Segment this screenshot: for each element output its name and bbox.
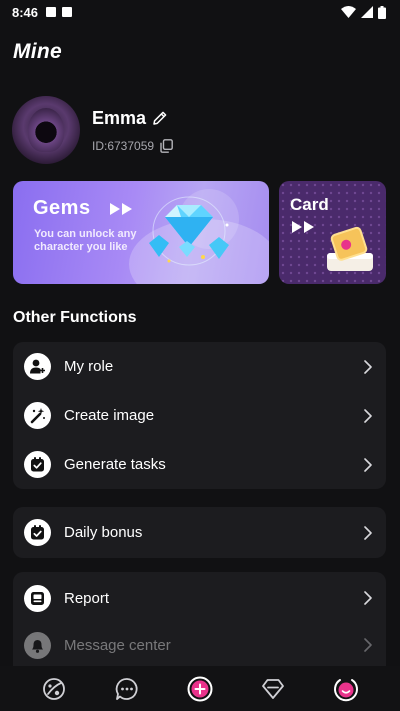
gallery-notification-icon	[46, 7, 57, 17]
menu-item-label: Generate tasks	[64, 456, 166, 473]
double-arrow-icon	[110, 203, 132, 215]
chevron-right-icon	[364, 591, 372, 605]
status-bar: 8:46	[0, 0, 400, 24]
app-notification-icon	[62, 7, 73, 17]
functions-group-3: Report Message center	[13, 572, 386, 666]
status-time: 8:46	[12, 4, 39, 20]
wifi-icon	[341, 6, 356, 18]
edit-pencil-icon[interactable]	[152, 110, 168, 126]
user-add-icon	[24, 353, 51, 380]
menu-item-label: Report	[64, 589, 110, 607]
functions-group-2: Daily bonus	[13, 507, 386, 558]
avatar[interactable]	[12, 96, 80, 164]
nav-tab-gems[interactable]	[253, 669, 293, 709]
user-id: ID:6737059	[92, 138, 155, 153]
chevron-right-icon	[364, 638, 372, 652]
menu-item-label: My role	[64, 358, 114, 375]
planet-icon	[43, 677, 66, 700]
menu-item-my-role[interactable]: My role	[13, 342, 386, 391]
nav-tab-mine[interactable]	[326, 669, 366, 709]
menu-item-create-image[interactable]: Create image	[13, 391, 386, 440]
magic-wand-icon	[24, 402, 51, 429]
profile-info: Emma ID:6737059	[92, 108, 173, 153]
menu-item-generate-tasks[interactable]: Generate tasks	[13, 440, 386, 489]
gems-banner[interactable]: Gems You can unlock any character you li…	[13, 181, 269, 284]
menu-item-report[interactable]: Report	[13, 572, 386, 624]
card-banner[interactable]: Card	[279, 181, 386, 284]
card-illustration-icon	[327, 226, 373, 271]
menu-item-label: Create image	[64, 407, 155, 424]
gems-banner-title: Gems	[33, 197, 91, 219]
user-id-row: ID:6737059	[92, 139, 173, 153]
gems-banner-subtitle: You can unlock any character you like	[34, 228, 137, 253]
section-title-other-functions: Other Functions	[13, 309, 137, 326]
gems-illustration-icon	[149, 196, 229, 266]
copy-icon[interactable]	[160, 138, 173, 153]
menu-item-message-center[interactable]: Message center	[13, 624, 386, 666]
page-title: Mine	[13, 40, 63, 63]
nav-tab-explore[interactable]	[34, 669, 74, 709]
menu-item-label: Daily bonus	[64, 524, 143, 541]
diamond-icon	[261, 678, 284, 699]
chevron-right-icon	[364, 525, 372, 540]
username-row: Emma	[92, 108, 173, 129]
plus-circle-icon	[187, 676, 213, 701]
bottom-nav	[0, 666, 400, 711]
card-banner-title: Card	[290, 195, 329, 214]
chevron-right-icon	[364, 457, 372, 472]
task-check-icon	[24, 451, 51, 478]
profile-face-icon	[333, 678, 358, 701]
functions-group-1: My role Create image Generate tasks	[13, 342, 386, 489]
chat-bubble-icon	[115, 677, 138, 700]
double-arrow-icon	[292, 221, 314, 233]
menu-item-daily-bonus[interactable]: Daily bonus	[13, 507, 386, 558]
menu-item-label: Message center	[64, 636, 171, 654]
signal-icon	[361, 6, 373, 18]
bell-icon	[24, 631, 51, 659]
battery-icon	[378, 5, 386, 19]
chevron-right-icon	[364, 408, 372, 423]
nav-tab-chat[interactable]	[107, 669, 147, 709]
profile-section: Emma ID:6737059	[12, 96, 173, 164]
inbox-icon	[24, 584, 51, 612]
calendar-check-icon	[24, 519, 51, 546]
username: Emma	[92, 107, 147, 128]
nav-tab-create[interactable]	[180, 669, 220, 709]
chevron-right-icon	[364, 359, 372, 374]
